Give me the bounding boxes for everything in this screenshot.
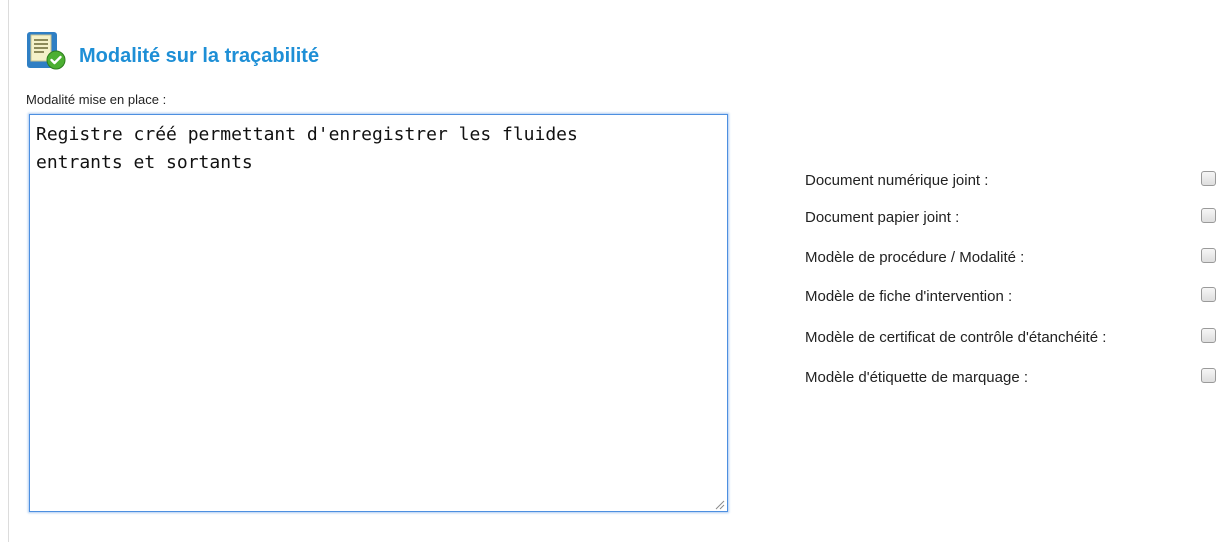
option-label: Document papier joint : — [805, 209, 960, 226]
modalite-label: Modalité mise en place : — [26, 92, 167, 107]
option-label: Document numérique joint : — [805, 172, 989, 189]
resize-grip-icon[interactable] — [713, 497, 725, 510]
form-page: Modalité sur la traçabilité Modalité mis… — [0, 0, 1224, 542]
option-checkbox[interactable] — [1201, 171, 1216, 186]
option-modele-fiche: Modèle de fiche d'intervention : — [805, 286, 1216, 308]
document-check-icon — [26, 31, 68, 71]
option-label: Modèle de fiche d'intervention : — [805, 288, 1013, 305]
option-checkbox[interactable] — [1201, 248, 1216, 263]
option-checkbox[interactable] — [1201, 208, 1216, 223]
option-label: Modèle d'étiquette de marquage : — [805, 369, 1029, 386]
option-modele-etiquette: Modèle d'étiquette de marquage : — [805, 367, 1216, 389]
modalite-textarea[interactable] — [30, 115, 727, 511]
option-document-papier: Document papier joint : — [805, 207, 1216, 229]
option-checkbox[interactable] — [1201, 368, 1216, 383]
section-title: Modalité sur la traçabilité — [79, 45, 320, 67]
option-label: Modèle de procédure / Modalité : — [805, 249, 1025, 266]
left-divider — [8, 0, 9, 542]
option-label: Modèle de certificat de contrôle d'étanc… — [805, 329, 1107, 346]
modalite-textarea-box[interactable] — [29, 114, 728, 512]
option-modele-procedure: Modèle de procédure / Modalité : — [805, 247, 1216, 269]
option-checkbox[interactable] — [1201, 328, 1216, 343]
option-document-numerique: Document numérique joint : — [805, 170, 1216, 192]
option-modele-certificat: Modèle de certificat de contrôle d'étanc… — [805, 327, 1216, 349]
option-checkbox[interactable] — [1201, 287, 1216, 302]
